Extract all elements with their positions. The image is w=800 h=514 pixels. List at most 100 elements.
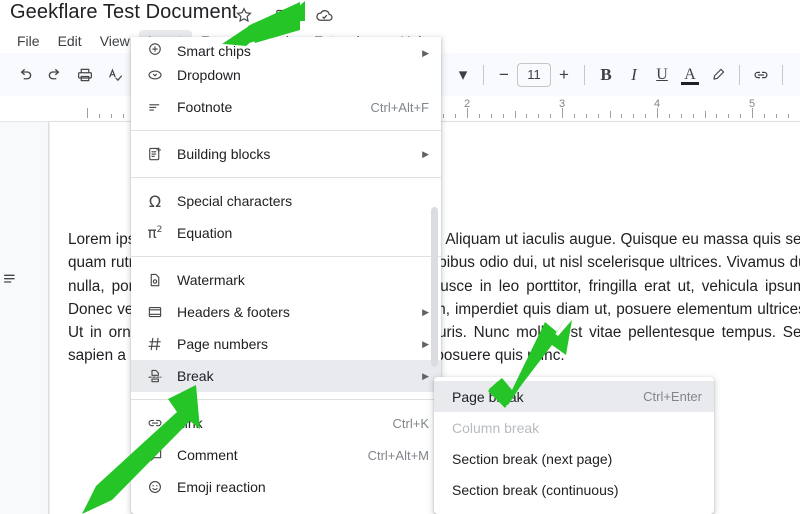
smart-chip-icon	[145, 39, 165, 59]
ruler-tick	[764, 114, 765, 118]
insert-menu-item-smart-chips[interactable]: Smart chips ▶	[131, 37, 441, 59]
ruler-tick	[705, 111, 706, 118]
ruler-tick	[645, 114, 646, 118]
outline-icon[interactable]	[2, 270, 18, 286]
ruler-tick	[788, 114, 789, 118]
submenu-arrow-icon: ▶	[422, 148, 429, 159]
submenu-arrow-icon: ▶	[422, 48, 429, 58]
insert-menu-scrollbar[interactable]	[431, 207, 438, 367]
underline-button[interactable]: U	[648, 61, 676, 89]
menu-item-label: Watermark	[177, 272, 245, 288]
ruler-number: 4	[653, 98, 661, 110]
title-bar: Geekflare Test Document	[0, 0, 800, 28]
menu-item-shortcut: Ctrl+Alt+M	[367, 447, 429, 463]
ruler-tick	[503, 114, 504, 118]
emoji-icon	[145, 477, 165, 497]
menu-item-label: Footnote	[177, 99, 233, 115]
submenu-item-shortcut: Ctrl+Enter	[643, 389, 702, 404]
ruler-tick	[87, 108, 88, 118]
ruler-tick	[515, 111, 516, 118]
ruler-tick	[693, 114, 694, 118]
pi-squared-icon: π2	[147, 224, 163, 242]
ruler-tick	[479, 114, 480, 118]
ruler-tick	[586, 114, 587, 118]
submenu-arrow-icon: ▶	[422, 370, 429, 381]
comment-plus-icon	[145, 445, 165, 465]
menu-item-label: Emoji reaction	[177, 479, 266, 495]
menu-separator	[131, 177, 441, 178]
print-icon[interactable]	[70, 60, 100, 90]
insert-menu-item-equation[interactable]: π2 Equation	[131, 217, 441, 249]
break-submenu-panel[interactable]: Page break Ctrl+Enter Column break Section …	[434, 377, 714, 514]
submenu-item-label: Section break (continuous)	[452, 481, 619, 498]
ruler-tick	[550, 114, 551, 118]
italic-button[interactable]: I	[620, 61, 648, 89]
footnote-icon	[145, 97, 165, 117]
ruler-tick	[538, 114, 539, 118]
insert-menu-item-break[interactable]: Break ▶	[131, 360, 441, 392]
menu-item-label: Equation	[177, 225, 233, 241]
spellcheck-icon[interactable]	[100, 60, 130, 90]
font-dropdown-caret[interactable]: ▾	[450, 62, 476, 88]
ruler-tick	[669, 114, 670, 118]
ruler-number: 5	[748, 98, 756, 110]
increase-font-size-button[interactable]: +	[551, 62, 577, 88]
break-submenu-item-page-break[interactable]: Page break Ctrl+Enter	[434, 381, 714, 412]
break-submenu-item-section-break-continuous[interactable]: Section break (continuous)	[434, 474, 714, 505]
document-title[interactable]: Geekflare Test Document	[10, 1, 238, 24]
break-submenu-item-section-break-next-page[interactable]: Section break (next page)	[434, 443, 714, 474]
menu-item-label: Dropdown	[177, 67, 241, 83]
menubar-item-edit[interactable]: Edit	[49, 30, 91, 52]
insert-menu-item-dropdown[interactable]: Dropdown	[131, 59, 441, 91]
ruler-tick	[776, 114, 777, 118]
submenu-arrow-icon: ▶	[422, 306, 429, 317]
redo-icon[interactable]	[40, 60, 70, 90]
menu-item-label: Headers & footers	[177, 304, 290, 320]
menu-separator	[131, 130, 441, 131]
menu-item-shortcut: Ctrl+Alt+F	[370, 99, 429, 115]
submenu-arrow-icon: ▶	[422, 338, 429, 349]
move-to-folder-icon[interactable]	[275, 6, 293, 24]
bold-button[interactable]: B	[592, 61, 620, 89]
break-icon	[145, 366, 165, 386]
ruler-tick	[111, 114, 112, 118]
star-icon[interactable]	[235, 6, 253, 24]
ruler-tick	[455, 114, 456, 118]
decrease-font-size-button[interactable]: −	[491, 62, 517, 88]
toolbar-divider	[483, 64, 484, 85]
ruler-tick	[443, 114, 444, 118]
break-submenu-item-column-break: Column break	[434, 412, 714, 443]
cloud-saved-icon[interactable]	[315, 6, 333, 24]
watermark-icon	[145, 270, 165, 290]
dropdown-icon	[145, 65, 165, 85]
ruler-tick	[574, 114, 575, 118]
text-color-button[interactable]: A	[676, 61, 704, 89]
hash-icon	[145, 334, 165, 354]
submenu-item-label: Section break (next page)	[452, 450, 613, 467]
ruler-tick	[621, 114, 622, 118]
highlight-pen-icon[interactable]	[704, 61, 732, 89]
menu-item-label: Link	[177, 415, 203, 431]
submenu-item-label: Column break	[452, 419, 540, 436]
menu-item-shortcut: Ctrl+K	[392, 415, 429, 431]
undo-icon[interactable]	[10, 60, 40, 90]
insert-menu-item-comment[interactable]: Comment Ctrl+Alt+M	[131, 439, 441, 471]
insert-menu-item-watermark[interactable]: Watermark	[131, 264, 441, 296]
ruler-tick	[728, 114, 729, 118]
page-edge-divider	[48, 122, 49, 514]
ruler-tick	[491, 114, 492, 118]
menu-item-label: Special characters	[177, 193, 293, 209]
insert-menu-item-special-characters[interactable]: Ω Special characters	[131, 185, 441, 217]
title-icon-group	[235, 6, 333, 24]
insert-menu-item-footnote[interactable]: Footnote Ctrl+Alt+F	[131, 91, 441, 123]
insert-menu-panel[interactable]: Smart chips ▶ Dropdown Footnote Ctrl+Alt+F Bu…	[131, 37, 441, 514]
menubar-item-file[interactable]: File	[8, 30, 49, 52]
insert-menu-item-emoji-reaction[interactable]: Emoji reaction	[131, 471, 441, 503]
insert-menu-item-link[interactable]: Link Ctrl+K	[131, 407, 441, 439]
font-size-input[interactable]: 11	[517, 62, 551, 87]
insert-menu-item-headers-footers[interactable]: Headers & footers ▶	[131, 296, 441, 328]
ruler-tick	[716, 114, 717, 118]
insert-link-icon[interactable]	[747, 61, 775, 89]
insert-menu-item-page-numbers[interactable]: Page numbers ▶	[131, 328, 441, 360]
insert-menu-item-building-blocks[interactable]: Building blocks ▶	[131, 138, 441, 170]
